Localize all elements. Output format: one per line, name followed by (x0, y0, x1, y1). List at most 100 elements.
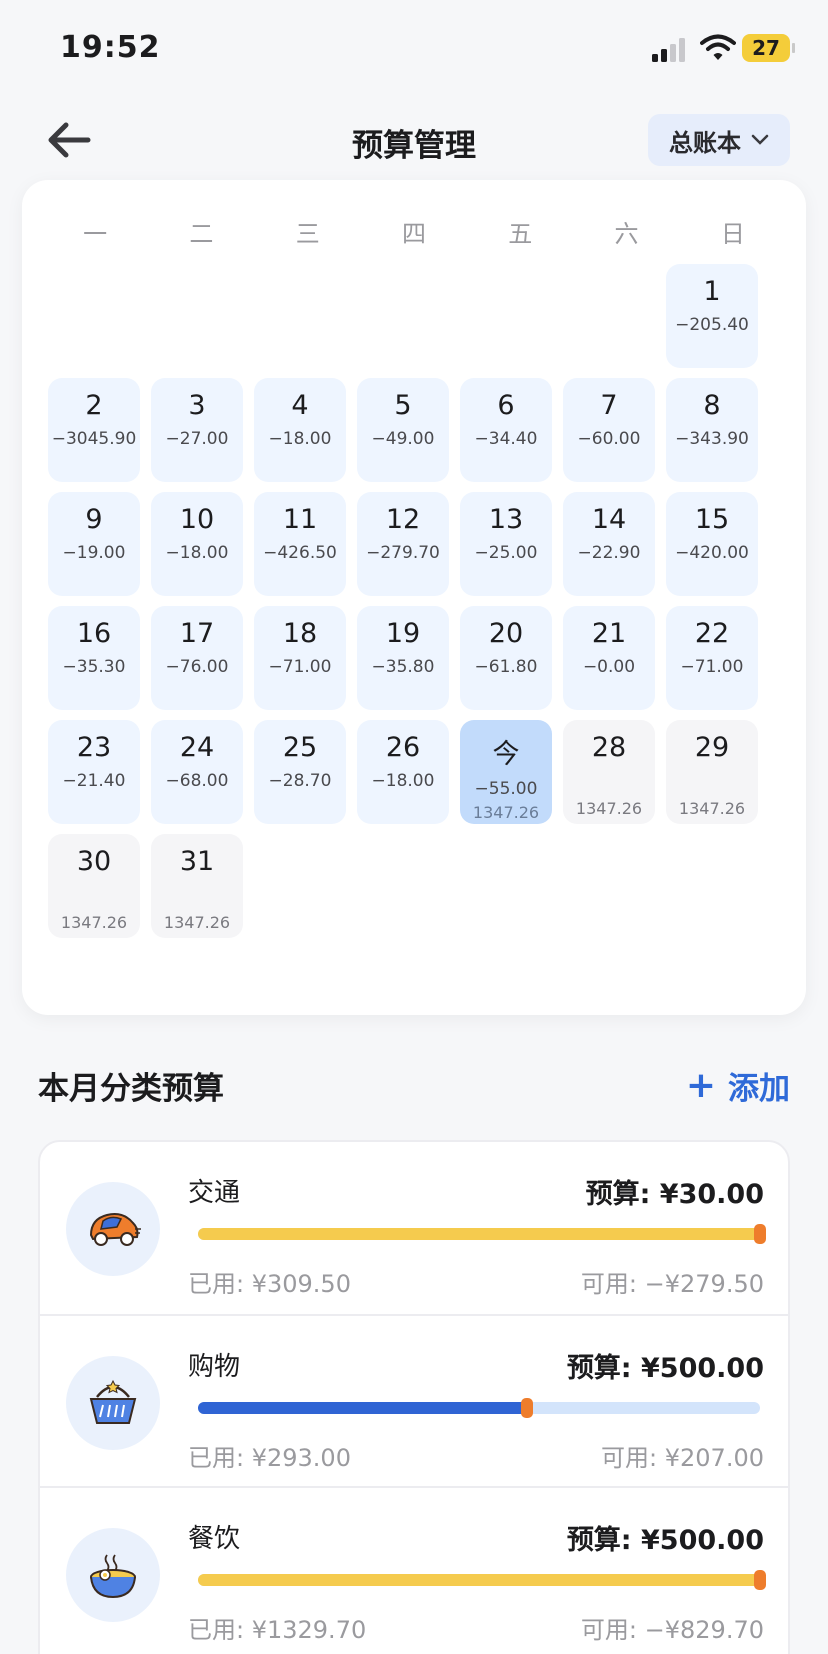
calendar-day[interactable]: 16 −35.30 (48, 606, 140, 710)
calendar-day[interactable]: 17 −76.00 (151, 606, 243, 710)
day-spent-amount: −279.70 (366, 543, 440, 563)
day-spent-amount: −420.00 (675, 543, 749, 563)
add-budget-button[interactable]: + 添加 (686, 1063, 790, 1108)
calendar-day[interactable]: 22 −71.00 (666, 606, 758, 710)
day-spent-amount: −426.50 (263, 543, 337, 563)
day-number: 23 (76, 732, 112, 763)
day-remaining-amount: 1347.26 (163, 913, 231, 932)
nav-bar: 预算管理 总账本 (0, 100, 828, 180)
used-amount: 已用: ¥309.50 (188, 1270, 351, 1298)
calendar-day[interactable]: 11 −426.50 (254, 492, 346, 596)
calendar-day[interactable]: 12 −279.70 (357, 492, 449, 596)
day-spent-amount: −21.40 (62, 771, 126, 791)
calendar-day[interactable]: 9 −19.00 (48, 492, 140, 596)
day-spent-amount: −19.00 (62, 543, 126, 563)
calendar-day[interactable]: 21 −0.00 (563, 606, 655, 710)
day-number: 3 (188, 390, 206, 421)
budget-progress-bar (198, 1398, 760, 1418)
budget-item-dining[interactable]: 餐饮 预算: ¥500.00 已用: ¥1329.70 可用: −¥829.70 (40, 1486, 788, 1654)
battery-indicator: 27 (742, 34, 795, 62)
calendar-day[interactable]: 3 −27.00 (151, 378, 243, 482)
calendar-day[interactable]: 19 −35.80 (357, 606, 449, 710)
calendar-day[interactable]: 10 −18.00 (151, 492, 243, 596)
day-number: 20 (488, 618, 524, 649)
weekday-header: 一 二 三 四 五 六 日 (42, 214, 786, 249)
calendar-day[interactable]: 24 −68.00 (151, 720, 243, 824)
calendar-day[interactable]: 15 −420.00 (666, 492, 758, 596)
day-spent-amount: −71.00 (680, 657, 744, 677)
weekday-label: 三 (295, 220, 320, 248)
calendar-day[interactable]: 30 1347.26 (48, 834, 140, 938)
day-spent-amount: −34.40 (474, 429, 538, 449)
day-spent-amount: −18.00 (165, 543, 229, 563)
category-icon-wrap (66, 1182, 160, 1276)
calendar-day[interactable]: 25 −28.70 (254, 720, 346, 824)
day-number: 30 (76, 846, 112, 877)
cellular-signal-icon (652, 38, 685, 62)
day-spent-amount: −22.90 (577, 543, 641, 563)
day-spent-amount: −60.00 (577, 429, 641, 449)
budget-progress-fill (198, 1402, 528, 1414)
calendar-day[interactable]: 26 −18.00 (357, 720, 449, 824)
calendar-day[interactable]: 6 −34.40 (460, 378, 552, 482)
budget-progress-bar (198, 1224, 766, 1244)
day-number: 7 (600, 390, 618, 421)
category-name: 购物 (188, 1352, 241, 1382)
budget-progress-fill (198, 1228, 760, 1240)
day-number: 15 (694, 504, 730, 535)
account-book-dropdown[interactable]: 总账本 (648, 114, 790, 166)
calendar-day[interactable]: 20 −61.80 (460, 606, 552, 710)
status-time: 19:52 (60, 30, 161, 65)
available-amount: 可用: −¥279.50 (580, 1270, 764, 1298)
calendar-day[interactable]: 29 1347.26 (666, 720, 758, 824)
day-number: 21 (591, 618, 627, 649)
day-spent-amount: −25.00 (474, 543, 538, 563)
day-spent-amount: −343.90 (675, 429, 749, 449)
day-spent-amount: −27.00 (165, 429, 229, 449)
day-spent-amount: −71.00 (268, 657, 332, 677)
day-number: 16 (76, 618, 112, 649)
day-number: 10 (179, 504, 215, 535)
day-number: 28 (591, 732, 627, 763)
day-remaining-amount: 1347.26 (472, 803, 540, 822)
day-spent-amount: −3045.90 (51, 429, 137, 449)
calendar-day[interactable]: 5 −49.00 (357, 378, 449, 482)
budget-progress-fill (198, 1574, 760, 1586)
day-spent-amount: −205.40 (675, 315, 749, 335)
available-amount: 可用: −¥829.70 (580, 1616, 764, 1644)
day-number: 31 (179, 846, 215, 877)
calendar-day[interactable]: 2 −3045.90 (48, 378, 140, 482)
day-spent-amount: −55.00 (474, 779, 538, 799)
calendar-day-today[interactable]: 今 −55.00 1347.26 (460, 720, 552, 824)
day-remaining-amount: 1347.26 (678, 799, 746, 818)
calendar-day[interactable]: 13 −25.00 (460, 492, 552, 596)
day-number: 19 (385, 618, 421, 649)
day-number: 25 (282, 732, 318, 763)
calendar-day[interactable]: 4 −18.00 (254, 378, 346, 482)
category-name: 交通 (188, 1178, 241, 1208)
calendar-day[interactable]: 23 −21.40 (48, 720, 140, 824)
calendar-day[interactable]: 14 −22.90 (563, 492, 655, 596)
budget-list: 交通 预算: ¥30.00 已用: ¥309.50 可用: −¥279.50 购… (38, 1140, 790, 1654)
budget-item-transport[interactable]: 交通 预算: ¥30.00 已用: ¥309.50 可用: −¥279.50 (40, 1142, 788, 1314)
calendar-day[interactable]: 18 −71.00 (254, 606, 346, 710)
day-number: 26 (385, 732, 421, 763)
calendar-day[interactable]: 7 −60.00 (563, 378, 655, 482)
category-icon-wrap (66, 1356, 160, 1450)
category-icon-wrap (66, 1528, 160, 1622)
day-number: 今 (492, 739, 520, 770)
calendar-day[interactable]: 8 −343.90 (666, 378, 758, 482)
calendar-day[interactable]: 31 1347.26 (151, 834, 243, 938)
calendar-day[interactable]: 1 −205.40 (666, 264, 758, 368)
budget-item-shopping[interactable]: 购物 预算: ¥500.00 已用: ¥293.00 可用: ¥207.00 (40, 1314, 788, 1486)
budget-progress-knob (754, 1224, 766, 1244)
day-number: 18 (282, 618, 318, 649)
day-spent-amount: −18.00 (371, 771, 435, 791)
budget-progress-knob (521, 1398, 534, 1418)
battery-level: 27 (752, 36, 780, 60)
calendar-day[interactable]: 28 1347.26 (563, 720, 655, 824)
wifi-icon (700, 34, 736, 60)
day-number: 8 (703, 390, 721, 421)
noodle-bowl-icon (90, 1554, 136, 1599)
used-amount: 已用: ¥1329.70 (188, 1616, 367, 1644)
